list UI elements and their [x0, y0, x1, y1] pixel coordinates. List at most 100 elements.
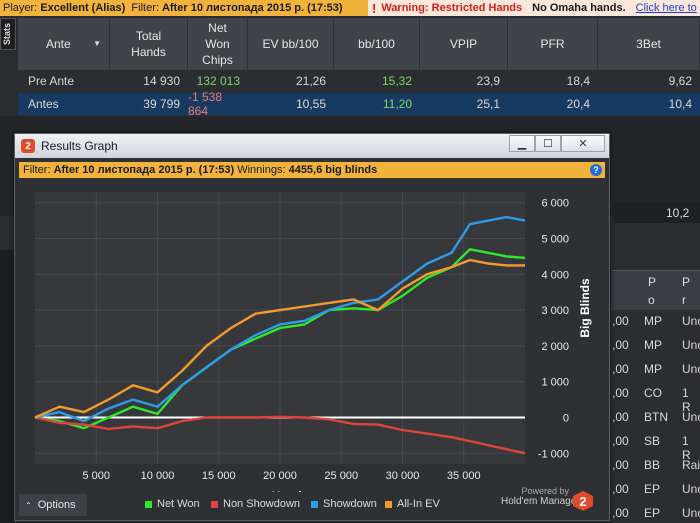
filter-label: Filter: — [131, 2, 159, 14]
legend-non-showdown[interactable]: Non Showdown — [211, 498, 300, 510]
powered-by: Powered by Hold'em Manager — [501, 486, 580, 507]
x-tick-label: 5 000 — [82, 470, 110, 482]
x-tick-label: 30 000 — [386, 470, 420, 482]
player-value: Excellent (Alias) — [40, 2, 126, 14]
hand-amount: ,00 — [612, 410, 629, 424]
column-header-vpip[interactable]: VPIP — [420, 18, 508, 70]
column-header-ante[interactable]: Ante ▼ — [18, 18, 110, 70]
close-button[interactable]: ✕ — [561, 135, 605, 152]
hand-position: CO — [644, 386, 662, 400]
click-here-link[interactable]: Click here to — [636, 2, 697, 14]
hand-position: EP — [644, 506, 661, 520]
player-label: Player: — [3, 2, 38, 14]
x-tick-label: 10 000 — [141, 470, 175, 482]
list-item[interactable]: ,00 SB 1 R — [612, 430, 700, 462]
hand-amount: ,00 — [612, 458, 629, 472]
y-tick-label: 2 000 — [541, 341, 569, 353]
hand-position: MP — [644, 314, 662, 328]
hand-position: BTN — [644, 410, 668, 424]
list-item[interactable]: ,00 BB Rai — [612, 454, 700, 478]
hand-position: EP — [644, 482, 661, 496]
y-tick-label: 1 000 — [541, 377, 569, 389]
list-item[interactable]: ,00 MP Unc — [612, 310, 700, 334]
list-item[interactable]: ,00 BTN Unc — [612, 406, 700, 430]
warning-icon: ! — [372, 0, 377, 16]
hand-position: MP — [644, 338, 662, 352]
stats-tab[interactable]: Stats — [0, 18, 16, 50]
y-tick-label: 3 000 — [541, 305, 569, 317]
legend-swatch — [385, 500, 392, 508]
column-header-total-hands[interactable]: Total Hands — [110, 18, 188, 70]
list-item[interactable]: ,00 EP Unc — [612, 478, 700, 502]
window-titlebar[interactable]: 2 Results Graph ▁ ☐ ✕ — [15, 134, 609, 158]
hand-action: Unc — [682, 410, 700, 424]
y-axis-label: Big Blinds — [578, 278, 592, 338]
hand-action: Unc — [682, 482, 700, 496]
legend-showdown[interactable]: Showdown — [311, 498, 377, 510]
help-icon[interactable]: ? — [590, 164, 602, 176]
column-header-3bet[interactable]: 3Bet — [598, 18, 700, 70]
legend-net-won[interactable]: Net Won — [145, 498, 200, 510]
list-item[interactable]: ,00 EP Unc — [612, 502, 700, 523]
chevron-down-icon[interactable]: ▼ — [93, 36, 101, 52]
y-tick-label: -1 000 — [538, 448, 569, 460]
results-chart: -1 000 0 1 000 2 000 3 000 4 000 5 000 6 000 5 0… — [34, 192, 592, 492]
legend-swatch — [145, 500, 152, 508]
hand-position: SB — [644, 434, 661, 448]
legend-swatch — [311, 500, 318, 508]
hand-action: Rai — [682, 458, 700, 472]
column-header-ev-bb100[interactable]: EV bb/100 — [248, 18, 334, 70]
hand-amount: ,00 — [612, 434, 629, 448]
warning-text: Warning: Restricted Hands — [381, 2, 523, 14]
y-tick-label: 5 000 — [541, 234, 569, 246]
options-button[interactable]: ⌃ Options — [19, 494, 87, 516]
hands-list-header: P o P r — [612, 270, 700, 310]
table-row-selected[interactable]: Antes 39 799 -1 538 864 10,55 11,20 25,1… — [18, 90, 700, 118]
results-graph-window: 2 Results Graph ▁ ☐ ✕ Filter: After 10 л… — [14, 133, 610, 521]
graph-filter-bar: Filter: After 10 листопада 2015 р. (17:5… — [19, 162, 605, 178]
window-title: Results Graph — [41, 139, 118, 153]
legend-swatch — [211, 500, 218, 508]
hand-amount: ,00 — [612, 362, 629, 376]
x-tick-label: 15 000 — [202, 470, 236, 482]
list-item[interactable]: ,00 CO 1 R — [612, 382, 700, 414]
hand-action: Unc — [682, 338, 700, 352]
hand-action: Unc — [682, 314, 700, 328]
hand-amount: ,00 — [612, 506, 629, 520]
hand-position: BB — [644, 458, 661, 472]
hand-amount: ,00 — [612, 338, 629, 352]
column-header-pfr[interactable]: PFR — [508, 18, 598, 70]
minimize-button[interactable]: ▁ — [509, 135, 535, 152]
filter-value: After 10 листопада 2015 р. (17:53) — [161, 2, 343, 14]
column-header-net-won-chips[interactable]: Net Won Chips — [188, 18, 248, 70]
maximize-button[interactable]: ☐ — [535, 135, 561, 152]
graph-filter-value: After 10 листопада 2015 р. (17:53) — [53, 164, 235, 176]
y-tick-label: 0 — [563, 412, 569, 424]
x-tick-label: 25 000 — [324, 470, 358, 482]
hand-amount: ,00 — [612, 386, 629, 400]
x-tick-label: 20 000 — [263, 470, 297, 482]
list-item[interactable]: ,00 MP Unc — [612, 334, 700, 358]
stats-header: Ante ▼ Total Hands Net Won Chips EV bb/1… — [18, 18, 700, 70]
chevron-up-icon: ⌃ — [25, 500, 32, 510]
x-tick-label: 35 000 — [447, 470, 481, 482]
legend-all-in-ev[interactable]: All-In EV — [385, 498, 440, 510]
hand-amount: ,00 — [612, 314, 629, 328]
x-axis-label: Hands — [272, 489, 309, 492]
hm-logo-icon: 2 — [573, 491, 593, 511]
hand-action: Unc — [682, 506, 700, 520]
hand-position: MP — [644, 362, 662, 376]
column-header-bb100[interactable]: bb/100 — [334, 18, 420, 70]
brand-name: Hold'em Manager — [501, 496, 580, 507]
column-header-preflop[interactable]: P r — [682, 273, 690, 309]
y-tick-label: 6 000 — [541, 198, 569, 210]
restricted-warning: ! Warning: Restricted Hands No Omaha han… — [368, 0, 700, 16]
hand-amount: ,00 — [612, 482, 629, 496]
list-item[interactable]: ,00 MP Unc — [612, 358, 700, 382]
y-tick-label: 4 000 — [541, 269, 569, 281]
summary-value: 10,2 — [614, 203, 700, 223]
player-filter-bar: Player: Excellent (Alias) Filter: After … — [0, 0, 700, 16]
table-row[interactable]: Pre Ante 14 930 132 013 21,26 15,32 23,9… — [18, 70, 700, 92]
column-header-position[interactable]: P o — [648, 273, 656, 309]
app-logo-icon: 2 — [21, 139, 35, 153]
